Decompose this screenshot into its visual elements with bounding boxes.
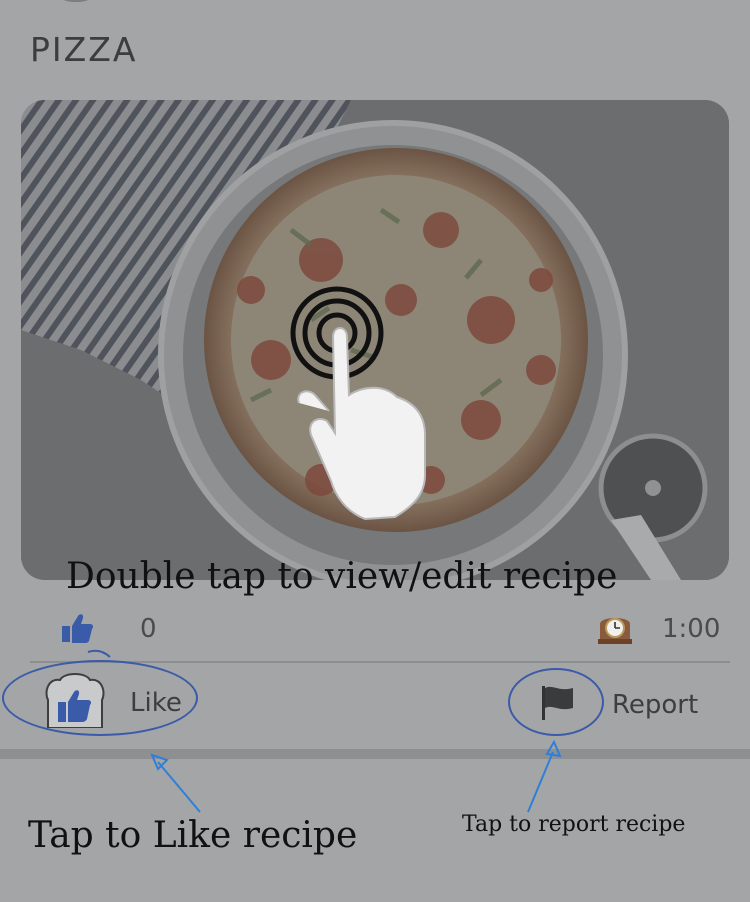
like-button[interactable]: Like — [0, 650, 202, 746]
report-button[interactable]: Report — [505, 664, 725, 750]
hint-view-edit: Double tap to view/edit recipe — [66, 556, 618, 597]
bottom-bar — [0, 749, 750, 759]
like-arrow — [157, 761, 201, 813]
flag-icon — [542, 686, 573, 720]
hint-like: Tap to Like recipe — [28, 815, 358, 856]
report-arrow — [527, 751, 554, 813]
recipe-stats: 0 1:00 — [30, 608, 730, 652]
double-tap-hand-icon — [290, 286, 426, 521]
like-label: Like — [130, 688, 182, 718]
recipe-title: PIZZA — [30, 30, 138, 69]
thumbs-up-icon — [62, 614, 94, 643]
report-label: Report — [612, 690, 699, 720]
thumbs-up-icon — [45, 673, 105, 728]
like-count: 0 — [140, 614, 157, 644]
avatar — [46, 0, 106, 2]
hint-report: Tap to report recipe — [462, 812, 686, 837]
clock-icon — [598, 618, 632, 644]
duration: 1:00 — [662, 614, 721, 644]
